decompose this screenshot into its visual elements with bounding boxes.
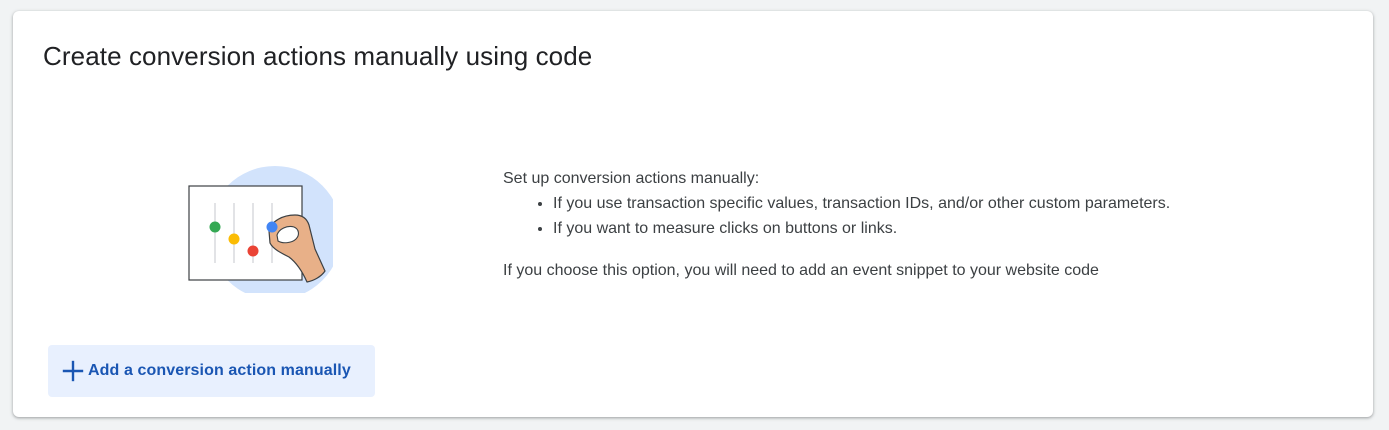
sliders-illustration (173, 153, 333, 293)
add-conversion-action-button[interactable]: Add a conversion action manually (48, 345, 375, 397)
description-intro: Set up conversion actions manually: (503, 170, 760, 187)
plus-icon (62, 360, 84, 382)
slider-knob-blue (266, 221, 278, 233)
description-bullets: If you use transaction specific values, … (503, 191, 1303, 241)
slider-knob-yellow (228, 233, 240, 245)
description: Set up conversion actions manually: If y… (503, 167, 1303, 283)
list-item: If you use transaction specific values, … (553, 191, 1303, 216)
slider-knob-red (247, 245, 259, 257)
list-item: If you want to measure clicks on buttons… (553, 216, 1303, 241)
slider-knob-green (209, 221, 221, 233)
conversion-card: Create conversion actions manually using… (13, 11, 1373, 417)
sliders-with-hand-icon (188, 166, 333, 293)
description-note: If you choose this option, you will need… (503, 262, 1099, 279)
add-button-label: Add a conversion action manually (88, 362, 351, 379)
card-title: Create conversion actions manually using… (43, 41, 593, 71)
